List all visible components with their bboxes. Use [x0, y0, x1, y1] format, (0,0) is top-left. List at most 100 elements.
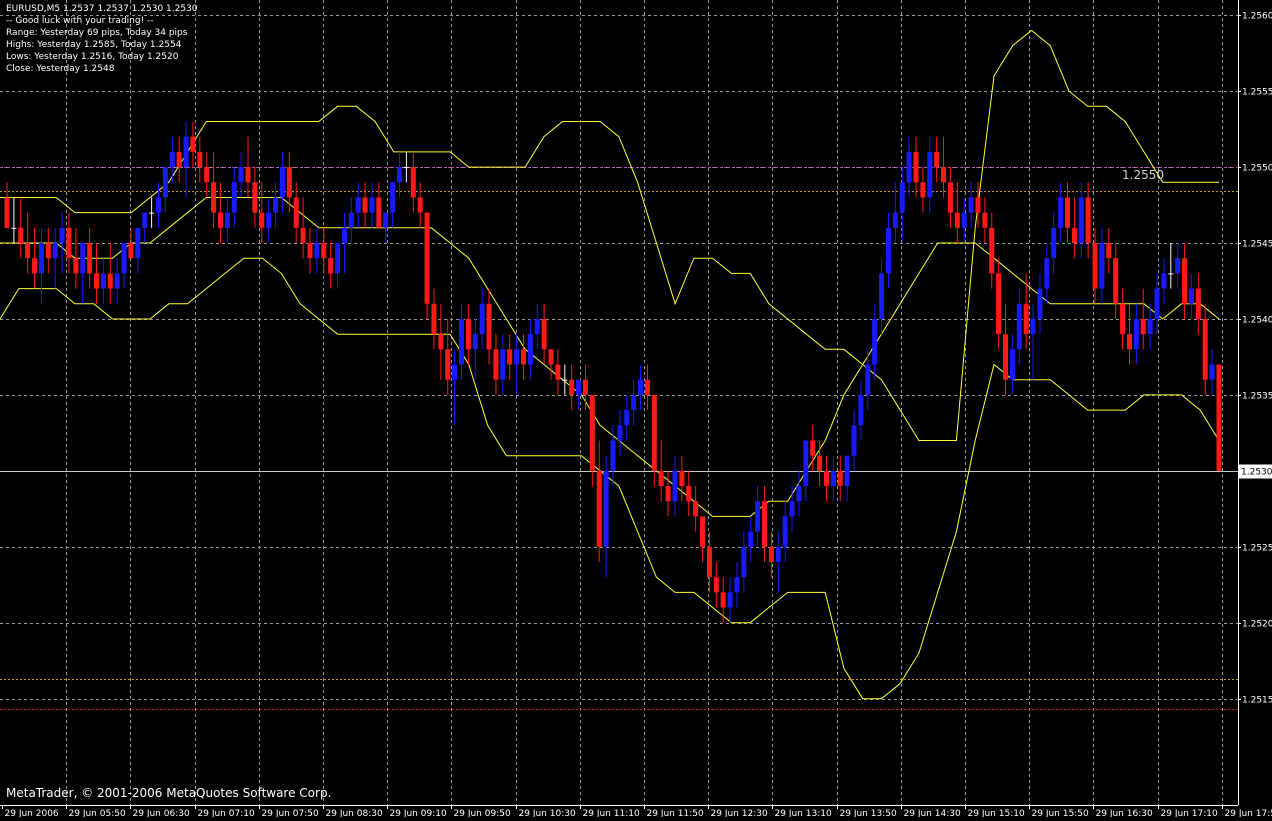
candle-body	[1072, 228, 1077, 243]
candle-body	[1182, 258, 1187, 304]
current-price-label: 1.2530	[1241, 468, 1272, 478]
x-tick-label: 29 Jun 09:10	[390, 809, 447, 817]
candle-body	[617, 425, 622, 440]
candle-body	[1093, 243, 1098, 289]
candle-body	[411, 167, 416, 197]
candle-body	[259, 213, 264, 228]
candle-body	[693, 501, 698, 516]
candle-body	[542, 319, 547, 349]
price-annotation: 1.2550	[1122, 168, 1164, 182]
y-tick-label: 1.2525	[1242, 544, 1272, 554]
candle-body	[824, 471, 829, 486]
price-chart[interactable]: 1.25601.25551.25501.25451.25401.25351.25…	[0, 0, 1272, 817]
candle-body	[907, 152, 912, 182]
y-tick-label: 1.2560	[1242, 12, 1272, 22]
candle-body	[294, 197, 299, 227]
candle-body	[252, 182, 257, 212]
candle-body	[1161, 273, 1166, 288]
candle-body	[328, 258, 333, 273]
candle-body	[493, 349, 498, 379]
candle-body	[507, 349, 512, 364]
candle-body	[232, 182, 237, 212]
x-tick-label: 29 Jun 17:10	[1161, 809, 1218, 817]
candle-body	[845, 456, 850, 486]
x-tick-label: 29 Jun 07:10	[198, 809, 255, 817]
candle-body	[741, 547, 746, 577]
candle-body	[163, 167, 168, 197]
candle-body	[714, 577, 719, 592]
info-line-1: -- Good luck with your trading! --	[6, 16, 154, 26]
candle-body	[666, 486, 671, 501]
candle-body	[569, 380, 574, 395]
candle-body	[211, 182, 216, 212]
candle-body	[39, 243, 44, 273]
candle-body	[1134, 319, 1139, 349]
candle-body	[762, 501, 767, 547]
candle-body	[521, 349, 526, 364]
x-tick-label: 29 Jun 16:30	[1096, 809, 1153, 817]
candle-body	[1155, 289, 1160, 319]
x-tick-label: 29 Jun 17:50	[1225, 809, 1272, 817]
x-tick-label: 29 Jun 14:30	[904, 809, 961, 817]
chart-canvas[interactable]: 1.25601.25551.25501.25451.25401.25351.25…	[0, 0, 1272, 817]
candle-body	[149, 213, 154, 214]
candle-body	[321, 243, 326, 258]
candle-body	[356, 197, 361, 212]
candle-body	[480, 304, 485, 334]
candle-body	[989, 228, 994, 274]
candle-body	[975, 197, 980, 212]
candle-body	[46, 243, 51, 258]
candle-body	[431, 304, 436, 334]
candle-body	[838, 471, 843, 486]
candle-body	[631, 395, 636, 410]
x-tick-label: 29 Jun 10:30	[519, 809, 576, 817]
candle-body	[879, 273, 884, 319]
candle-body	[996, 273, 1001, 334]
candle-body	[1037, 289, 1042, 319]
candle-body	[94, 273, 99, 288]
candle-body	[500, 349, 505, 379]
x-tick-label: 29 Jun 11:10	[583, 809, 640, 817]
candle-body	[170, 152, 175, 167]
candle-body	[135, 228, 140, 258]
candle-body	[101, 273, 106, 288]
candle-body	[60, 228, 65, 243]
candle-body	[1031, 319, 1036, 334]
candle-body	[1017, 304, 1022, 350]
candle-body	[1086, 197, 1091, 243]
candle-body	[225, 213, 230, 228]
candle-body	[32, 258, 37, 273]
candle-body	[108, 273, 113, 288]
candle-body	[597, 471, 602, 547]
candle-body	[473, 334, 478, 349]
x-tick-label: 29 Jun 11:50	[647, 809, 704, 817]
x-tick-label: 29 Jun 05:50	[69, 809, 126, 817]
candle-body	[638, 380, 643, 395]
x-tick-label: 29 Jun 07:50	[262, 809, 319, 817]
x-tick-label: 29 Jun 13:50	[840, 809, 897, 817]
candle-body	[87, 243, 92, 273]
candle-body	[73, 258, 78, 273]
candle-body	[962, 213, 967, 228]
candle-body	[969, 197, 974, 212]
y-tick-label: 1.2520	[1242, 620, 1272, 630]
candle-body	[335, 243, 340, 273]
candle-body	[418, 197, 423, 212]
candle-body	[755, 501, 760, 531]
candle-body	[611, 440, 616, 470]
x-tick-label: 29 Jun 15:50	[1032, 809, 1089, 817]
candle-body	[769, 547, 774, 562]
candle-body	[1079, 197, 1084, 243]
candle-body	[487, 304, 492, 350]
candle-body	[535, 319, 540, 334]
candle-body	[1044, 258, 1049, 288]
candle-body	[748, 532, 753, 547]
x-tick-label: 29 Jun 06:30	[133, 809, 190, 817]
candle-body	[852, 425, 857, 455]
candle-body	[865, 365, 870, 395]
candle-body	[528, 334, 533, 364]
candle-body	[803, 440, 808, 486]
candle-body	[576, 380, 581, 395]
candle-body	[886, 228, 891, 274]
candle-body	[128, 243, 133, 258]
